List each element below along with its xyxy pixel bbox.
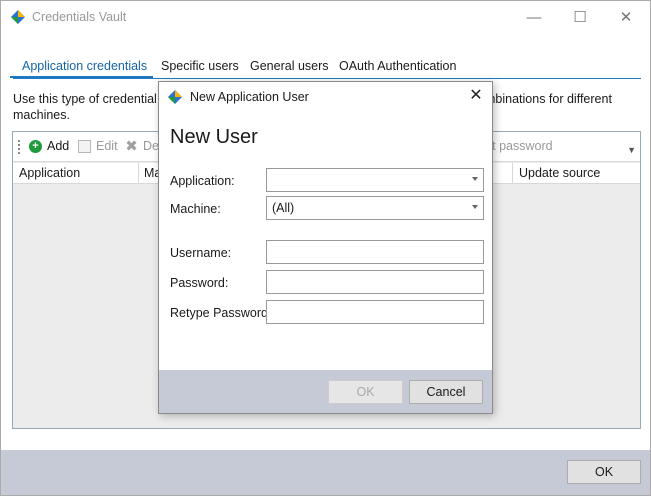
username-label: Username: [170, 246, 232, 260]
application-combobox[interactable] [266, 168, 484, 192]
application-label: Application: [170, 174, 235, 188]
window-footer: OK [1, 450, 650, 495]
toolbar-grip[interactable] [18, 140, 20, 154]
tab-application-credentials[interactable]: Application credentials [9, 59, 154, 78]
password-field[interactable] [266, 270, 484, 294]
delete-icon: ✖ [125, 137, 138, 155]
edit-button[interactable]: Edit [78, 139, 118, 153]
machine-label: Machine: [170, 202, 221, 216]
chevron-down-icon [472, 177, 478, 181]
app-logo-icon [168, 90, 182, 104]
edit-icon [78, 139, 91, 153]
tab-strip: Application credentials Specific users G… [9, 57, 641, 79]
dialog-heading: New User [170, 126, 258, 148]
dialog-ok-button[interactable]: OK [328, 380, 403, 404]
toolbar-overflow-icon[interactable]: ▼ [627, 145, 636, 155]
edit-label: Edit [96, 139, 118, 153]
minimize-icon: — [526, 8, 542, 26]
title-bar[interactable]: Credentials Vault — ☐ ✕ [1, 1, 650, 33]
add-button[interactable]: + Add [29, 139, 69, 153]
dialog-cancel-button[interactable]: Cancel [409, 380, 483, 404]
dialog-title: New Application User [190, 90, 309, 104]
machine-combobox[interactable]: (All) [266, 196, 484, 220]
description-left: Use this type of credential w [13, 92, 170, 106]
start-password-button[interactable]: rt password [488, 139, 553, 153]
tab-oauth-authentication[interactable]: OAuth Authentication [339, 59, 456, 73]
close-button[interactable]: ✕ [603, 1, 649, 33]
column-divider[interactable] [138, 163, 139, 184]
dialog-close-icon[interactable]: ✕ [465, 85, 487, 107]
ok-button[interactable]: OK [567, 460, 641, 484]
close-icon: ✕ [619, 9, 633, 26]
retype-password-field[interactable] [266, 300, 484, 324]
retype-password-label: Retype Password: [170, 306, 272, 320]
column-header-application[interactable]: Application [19, 166, 80, 180]
app-logo-icon [11, 10, 25, 24]
description-line2: machines. [13, 108, 70, 122]
delete-button[interactable]: ✖ De [125, 137, 159, 155]
column-divider[interactable] [512, 163, 513, 184]
password-label: Password: [170, 276, 229, 290]
maximize-button[interactable]: ☐ [557, 1, 603, 33]
chevron-down-icon [472, 205, 478, 209]
tab-specific-users[interactable]: Specific users [161, 59, 239, 73]
new-application-user-dialog: New Application User ✕ New User Applicat… [158, 81, 493, 414]
tab-general-users[interactable]: General users [250, 59, 329, 73]
column-header-update-source[interactable]: Update source [519, 166, 600, 180]
machine-value: (All) [272, 201, 295, 215]
window-title: Credentials Vault [32, 10, 127, 24]
dialog-footer: OK Cancel [159, 370, 492, 413]
description-right: mbinations for different [485, 92, 612, 106]
add-label: Add [47, 139, 70, 153]
maximize-icon: ☐ [573, 9, 587, 26]
start-password-label: rt password [488, 139, 553, 153]
add-icon: + [29, 139, 42, 153]
minimize-button[interactable]: — [511, 1, 557, 33]
delete-label: De [143, 139, 159, 153]
username-field[interactable] [266, 240, 484, 264]
